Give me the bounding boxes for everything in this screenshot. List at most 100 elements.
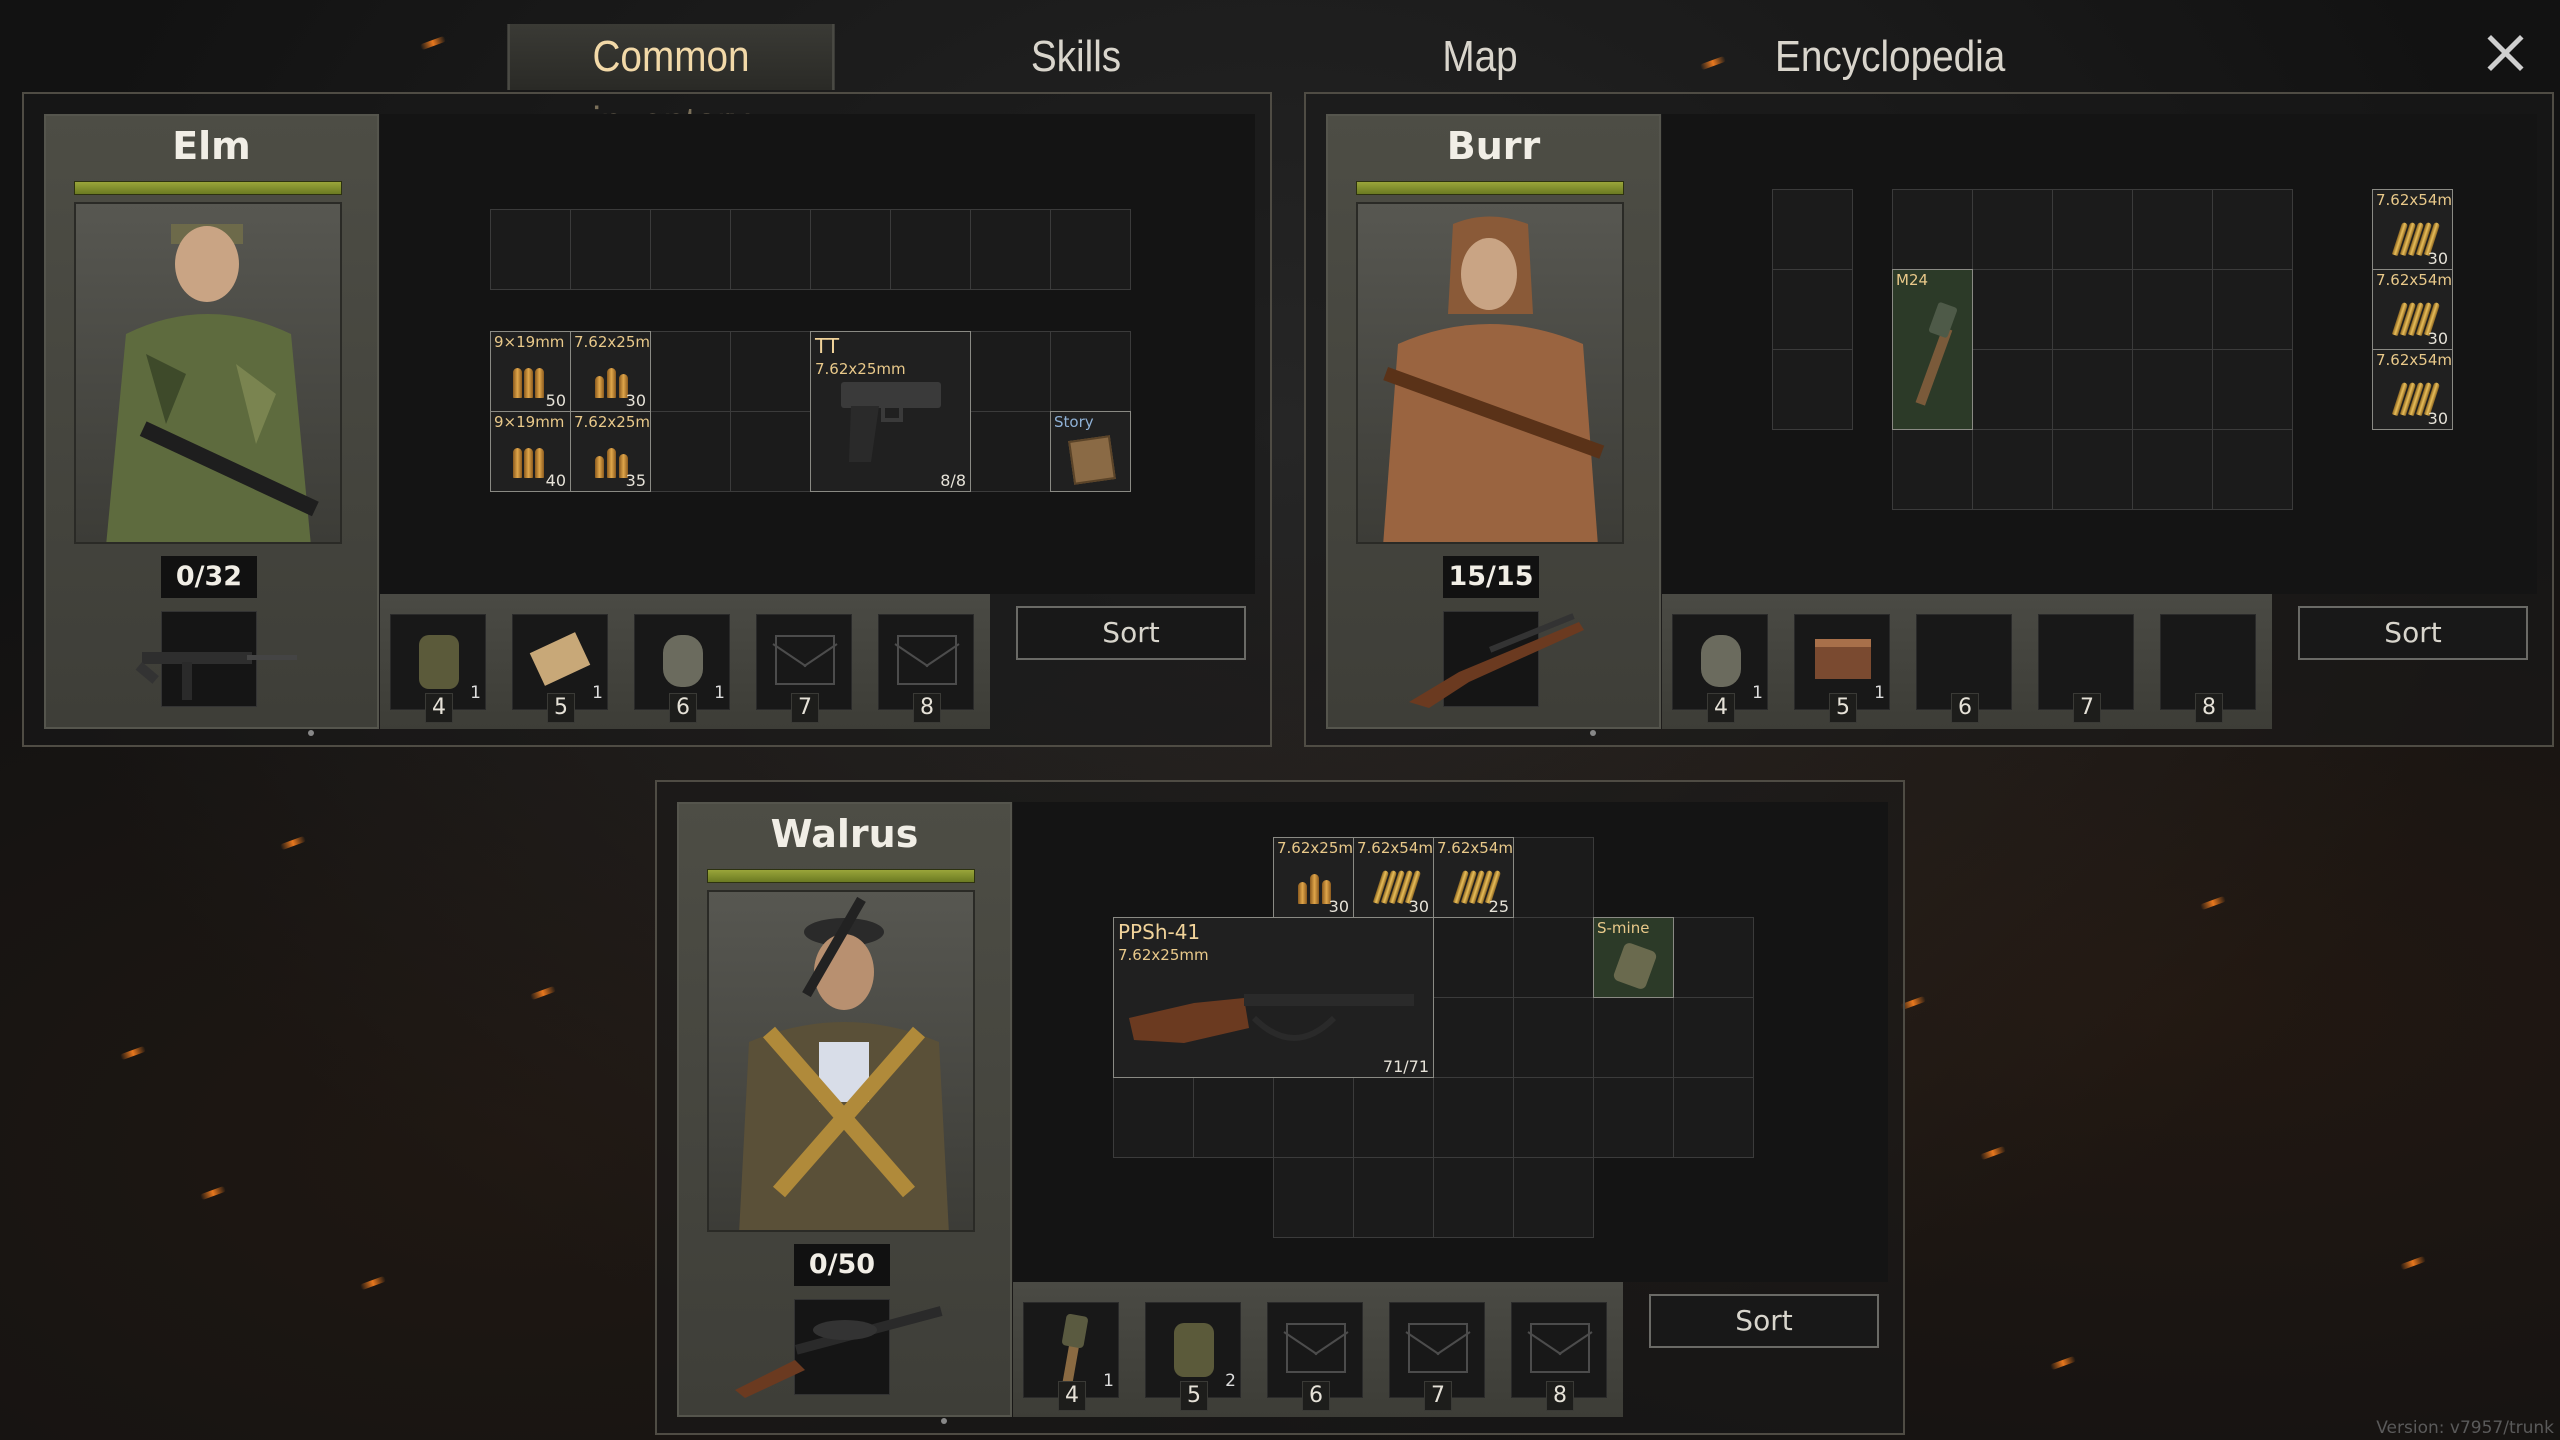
grid-cell[interactable] [2133, 190, 2213, 270]
story-item[interactable]: Story [1050, 411, 1131, 492]
grid-cell[interactable] [1973, 350, 2053, 430]
grid-cell[interactable] [571, 210, 651, 290]
grid-cell[interactable] [1514, 1078, 1594, 1158]
grid-cell[interactable] [1434, 1158, 1514, 1238]
grid-cell[interactable] [1773, 350, 1853, 430]
grid-cell[interactable] [1514, 998, 1594, 1078]
quick-slot-4[interactable]: 1 4 [390, 614, 486, 723]
grid-cell[interactable] [2133, 350, 2213, 430]
quick-slot-7[interactable]: 7 [756, 614, 852, 723]
ppsh-41-item[interactable]: PPSh-41 7.62x25mm 71/71 [1113, 917, 1434, 1078]
primary-weapon-slot[interactable] [1409, 611, 1584, 708]
grid-cell[interactable] [971, 332, 1051, 412]
ammo-762x25-item[interactable]: 7.62x25mm 30 [570, 331, 651, 412]
ammo-762x54-item[interactable]: 7.62x54mm 30 [1353, 837, 1434, 918]
grid-cell[interactable] [1514, 1158, 1594, 1238]
quick-slot-8[interactable]: 8 [1511, 1302, 1607, 1411]
grid-cell[interactable] [1114, 1078, 1194, 1158]
grid-cell[interactable] [2213, 430, 2293, 510]
grid-cell[interactable] [651, 412, 731, 492]
grid-cell[interactable] [1773, 190, 1853, 270]
s-mine-item[interactable]: S-mine [1593, 917, 1674, 998]
grid-cell[interactable] [1051, 332, 1131, 412]
grid-cell[interactable] [1051, 210, 1131, 290]
tab-skills[interactable]: Skills [1009, 24, 1143, 90]
grid-cell[interactable] [1274, 1078, 1354, 1158]
grid-cell[interactable] [1434, 1078, 1514, 1158]
grid-cell[interactable] [1973, 430, 2053, 510]
tab-common-inventory[interactable]: Common inventory [507, 24, 835, 147]
quick-slot-7[interactable]: 7 [2038, 614, 2134, 723]
quick-slot-6[interactable]: 6 [1267, 1302, 1363, 1411]
primary-weapon-slot[interactable] [735, 1299, 943, 1398]
grid-cell[interactable] [1893, 430, 1973, 510]
quick-slot-5[interactable]: 2 5 [1145, 1302, 1241, 1411]
ammo-9x19-item[interactable]: 9×19mm 40 [490, 411, 571, 492]
grid-cell[interactable] [2213, 190, 2293, 270]
m24-grenade-item[interactable]: M24 [1892, 269, 1973, 430]
grid-cell[interactable] [1674, 918, 1754, 998]
tab-map[interactable]: Map [1418, 24, 1541, 90]
grid-cell[interactable] [651, 332, 731, 412]
quick-slot-8[interactable]: 8 [878, 614, 974, 723]
grid-cell[interactable] [971, 210, 1051, 290]
grid-cell[interactable] [1434, 998, 1514, 1078]
grid-cell[interactable] [1354, 1158, 1434, 1238]
grid-cell[interactable] [1594, 998, 1674, 1078]
quick-slot-4[interactable]: 1 4 [1023, 1302, 1119, 1411]
primary-weapon-slot[interactable] [135, 611, 297, 707]
quick-slot-5[interactable]: 1 5 [512, 614, 608, 723]
grid-cell[interactable] [891, 210, 971, 290]
grid-cell[interactable] [2133, 270, 2213, 350]
ammo-762x54-item[interactable]: 7.62x54mm 30 [2372, 269, 2453, 350]
grid-cell[interactable] [1674, 1078, 1754, 1158]
grid-cell[interactable] [1773, 270, 1853, 350]
sort-button[interactable]: Sort [1016, 606, 1246, 660]
grid-cell[interactable] [1194, 1078, 1274, 1158]
grid-cell[interactable] [971, 412, 1051, 492]
ammo-762x25-item[interactable]: 7.62x25mm 35 [570, 411, 651, 492]
grid-cell[interactable] [2133, 430, 2213, 510]
grid-cell[interactable] [2053, 350, 2133, 430]
sort-button[interactable]: Sort [1649, 1294, 1879, 1348]
quick-slot-7[interactable]: 7 [1389, 1302, 1485, 1411]
grid-cell[interactable] [1354, 1078, 1434, 1158]
grid-cell[interactable] [2213, 350, 2293, 430]
character-portrait[interactable] [74, 202, 342, 544]
grid-cell[interactable] [731, 210, 811, 290]
quick-slot-6[interactable]: 6 [1916, 614, 2012, 723]
grid-cell[interactable] [2053, 430, 2133, 510]
grid-cell[interactable] [1434, 918, 1514, 998]
quick-slot-5[interactable]: 1 5 [1794, 614, 1890, 723]
quick-slot-4[interactable]: 1 4 [1672, 614, 1768, 723]
ammo-762x54-item[interactable]: 7.62x54mm 30 [2372, 189, 2453, 270]
ammo-762x54-item[interactable]: 7.62x54mm 25 [1433, 837, 1514, 918]
tt-pistol-item[interactable]: TT 7.62x25mm 8/8 [810, 331, 971, 492]
grid-cell[interactable] [1594, 1078, 1674, 1158]
grid-cell[interactable] [1893, 190, 1973, 270]
grid-cell[interactable] [491, 210, 571, 290]
ammo-762x54-item[interactable]: 7.62x54mm 30 [2372, 349, 2453, 430]
grid-cell[interactable] [731, 332, 811, 412]
character-portrait[interactable] [707, 890, 975, 1232]
sort-button[interactable]: Sort [2298, 606, 2528, 660]
close-icon[interactable] [2482, 30, 2528, 76]
ammo-9x19-item[interactable]: 9×19mm 50 [490, 331, 571, 412]
quick-slot-6[interactable]: 1 6 [634, 614, 730, 723]
grid-cell[interactable] [811, 210, 891, 290]
grid-cell[interactable] [1514, 838, 1594, 918]
grid-cell[interactable] [651, 210, 731, 290]
character-portrait[interactable] [1356, 202, 1624, 544]
grid-cell[interactable] [2053, 190, 2133, 270]
tab-encyclopedia[interactable]: Encyclopedia [1775, 24, 2005, 90]
grid-cell[interactable] [2053, 270, 2133, 350]
grid-cell[interactable] [2213, 270, 2293, 350]
grid-cell[interactable] [1514, 918, 1594, 998]
grid-cell[interactable] [1973, 270, 2053, 350]
quick-slot-8[interactable]: 8 [2160, 614, 2256, 723]
grid-cell[interactable] [1274, 1158, 1354, 1238]
grid-cell[interactable] [1973, 190, 2053, 270]
grid-cell[interactable] [1674, 998, 1754, 1078]
ammo-762x25-item[interactable]: 7.62x25mm 30 [1273, 837, 1354, 918]
grid-cell[interactable] [731, 412, 811, 492]
